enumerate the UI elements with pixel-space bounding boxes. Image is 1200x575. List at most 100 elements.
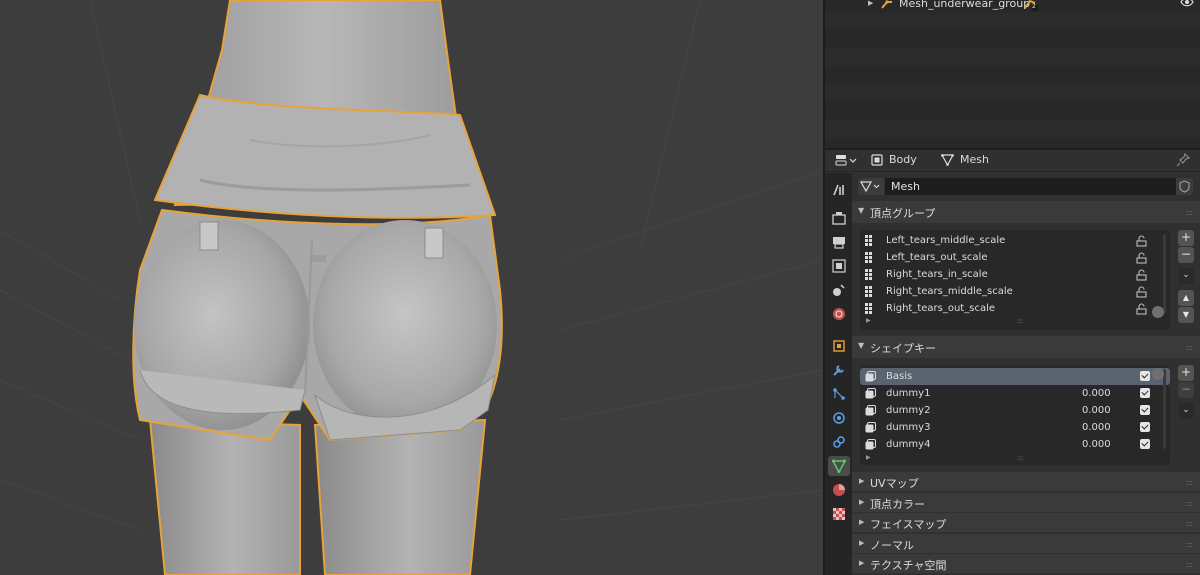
tab-output[interactable] — [828, 232, 850, 252]
shape-key-value[interactable]: 0.000 — [1082, 388, 1111, 399]
tab-modifier[interactable] — [828, 360, 850, 380]
vertex-group-label: Right_tears_middle_scale — [886, 286, 1013, 297]
filter-options-icon[interactable]: ▶ — [866, 317, 871, 324]
mute-checkbox[interactable] — [1140, 405, 1150, 415]
drag-grip-icon[interactable]: :::: — [1185, 208, 1193, 217]
view-layer-icon — [832, 259, 846, 273]
list-item[interactable]: Right_tears_middle_scale — [860, 283, 1170, 300]
armature-data-icon — [1024, 0, 1039, 12]
shape-key-icon — [865, 388, 876, 399]
shape-key-value[interactable]: 0.000 — [1082, 422, 1111, 433]
add-shape-key-button[interactable]: + — [1178, 365, 1194, 381]
shape-key-value[interactable]: 0.000 — [1082, 405, 1111, 416]
mute-checkbox[interactable] — [1140, 371, 1150, 381]
move-down-button[interactable]: ▼ — [1178, 307, 1194, 323]
modifier-icon — [833, 365, 844, 376]
tab-object[interactable] — [828, 336, 850, 356]
shape-key-label: dummy2 — [886, 405, 931, 416]
shape-keys-panel-header[interactable]: ▼ シェイプキー :::: — [852, 336, 1200, 358]
editor-type-icon[interactable] — [835, 153, 859, 169]
lock-icon[interactable] — [1136, 303, 1148, 315]
list-item[interactable]: Right_tears_in_scale — [860, 266, 1170, 283]
list-resize-grip-icon[interactable]: :::: — [1017, 454, 1024, 462]
list-scrollbar[interactable] — [1163, 234, 1166, 314]
list-item[interactable]: Left_tears_out_scale — [860, 249, 1170, 266]
mesh-datablock-selector[interactable]: Mesh — [858, 178, 1193, 195]
tab-view-layer[interactable] — [828, 256, 850, 276]
drag-grip-icon[interactable]: :::: — [1185, 499, 1193, 508]
fake-user-button[interactable] — [1176, 178, 1193, 195]
vertex-groups-title: 頂点グループ — [870, 207, 936, 220]
tab-render[interactable] — [828, 208, 850, 228]
vertex-group-label: Left_tears_middle_scale — [886, 235, 1006, 246]
vertex-group-modifier-icon — [881, 0, 892, 9]
shape-key-value[interactable]: 0.000 — [1082, 439, 1111, 450]
3d-viewport[interactable] — [0, 0, 823, 575]
shirt-hem — [153, 93, 497, 219]
mute-checkbox[interactable] — [1140, 388, 1150, 398]
panel-title: フェイスマップ — [870, 518, 947, 531]
vertex-groups-list[interactable]: Left_tears_middle_scale Left_tears_out_s… — [860, 230, 1170, 330]
tab-particles[interactable] — [828, 384, 850, 404]
panel-expand-icon: ▶ — [859, 498, 865, 506]
texture-space-panel-header[interactable]: ▶ テクスチャ空間 :::: — [852, 553, 1200, 573]
outliner[interactable]: ▶ Mesh_underwear_group 2 — [825, 0, 1200, 148]
list-item[interactable]: dummy3 0.000 — [860, 419, 1170, 436]
expand-triangle-icon[interactable]: ▶ — [868, 0, 873, 7]
lock-icon[interactable] — [1136, 269, 1148, 281]
lock-icon[interactable] — [1136, 252, 1148, 264]
tab-physics[interactable] — [828, 408, 850, 428]
outliner-item[interactable]: ▶ Mesh_underwear_group 2 — [825, 0, 1200, 12]
datablock-name-field[interactable]: Mesh — [885, 178, 1176, 195]
list-item[interactable]: Basis — [860, 368, 1170, 385]
list-item[interactable]: Left_tears_middle_scale — [860, 232, 1170, 249]
list-item[interactable]: dummy1 0.000 — [860, 385, 1170, 402]
tab-constraints[interactable] — [828, 432, 850, 452]
lock-icon[interactable] — [1136, 286, 1148, 298]
list-resize-grip-icon[interactable]: :::: — [1017, 317, 1024, 325]
tab-mesh-data[interactable] — [828, 456, 850, 476]
visibility-eye-icon[interactable] — [1180, 0, 1194, 8]
users-badge: 2 — [1032, 3, 1036, 10]
shape-keys-list[interactable]: Basis dummy1 0.000 dummy2 0.000 dummy3 0… — [860, 365, 1170, 465]
drag-grip-icon[interactable]: :::: — [1185, 478, 1193, 487]
vertex-group-icon — [865, 303, 872, 314]
vertex-group-specials-button[interactable]: ⌄ — [1178, 268, 1194, 284]
drag-grip-icon[interactable]: :::: — [1185, 560, 1193, 569]
lock-icon[interactable] — [1136, 235, 1148, 247]
shape-key-specials-button[interactable]: ⌄ — [1178, 403, 1194, 419]
add-vertex-group-button[interactable]: + — [1178, 230, 1194, 246]
vertex-group-label: Left_tears_out_scale — [886, 252, 988, 263]
list-scrollbar[interactable] — [1163, 369, 1166, 449]
drag-grip-icon[interactable]: :::: — [1185, 519, 1193, 528]
drag-grip-icon[interactable]: :::: — [1185, 540, 1193, 549]
mute-checkbox[interactable] — [1140, 422, 1150, 432]
mesh-browse-icon — [859, 181, 880, 193]
tab-world[interactable] — [828, 304, 850, 324]
datablock-browse-button[interactable] — [858, 178, 884, 195]
texture-icon — [833, 508, 845, 520]
vertex-colors-panel-header[interactable]: ▶ 頂点カラー :::: — [852, 492, 1200, 512]
drag-grip-icon[interactable]: :::: — [1185, 343, 1193, 352]
move-up-button[interactable]: ▲ — [1178, 290, 1194, 306]
filter-options-icon[interactable]: ▶ — [866, 454, 871, 461]
list-item[interactable]: dummy4 0.000 — [860, 436, 1170, 453]
normals-panel-header[interactable]: ▶ ノーマル :::: — [852, 533, 1200, 553]
tab-texture[interactable] — [828, 504, 850, 524]
pin-icon[interactable] — [1176, 153, 1190, 167]
breadcrumb-object-label: Body — [889, 153, 917, 166]
tab-material[interactable] — [828, 480, 850, 500]
vertex-groups-panel-header[interactable]: ▼ 頂点グループ :::: — [852, 201, 1200, 223]
face-maps-panel-header[interactable]: ▶ フェイスマップ :::: — [852, 512, 1200, 532]
remove-vertex-group-button[interactable]: − — [1178, 247, 1194, 263]
panel-expand-icon: ▶ — [859, 539, 865, 547]
mute-checkbox[interactable] — [1140, 439, 1150, 449]
tab-scene[interactable] — [828, 280, 850, 300]
list-item[interactable]: Right_tears_out_scale — [860, 300, 1170, 317]
tab-tool[interactable] — [828, 180, 850, 200]
panel-title: テクスチャ空間 — [870, 559, 947, 572]
object-icon — [833, 340, 845, 352]
uv-maps-panel-header[interactable]: ▶ UVマップ :::: — [852, 471, 1200, 491]
list-item[interactable]: dummy2 0.000 — [860, 402, 1170, 419]
remove-shape-key-button[interactable]: − — [1178, 382, 1194, 398]
